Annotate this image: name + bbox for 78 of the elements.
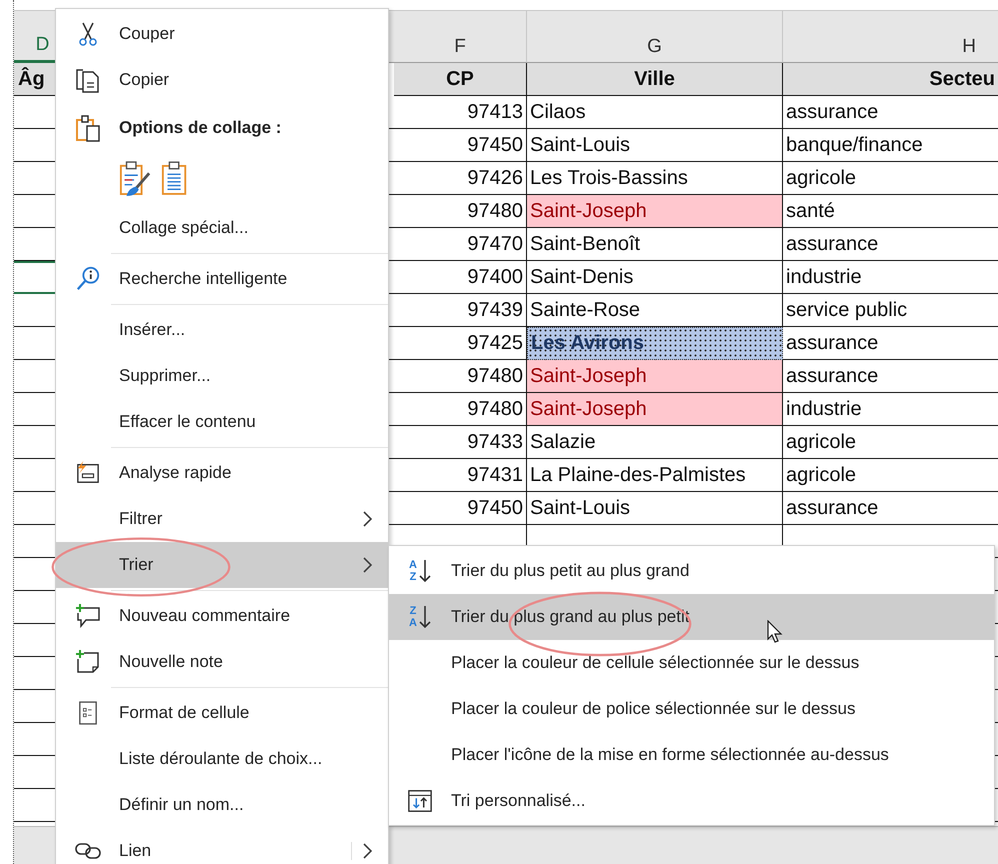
header-cell: Ville (527, 63, 783, 96)
new-note-icon (74, 649, 100, 675)
sort-letter: A (409, 617, 417, 629)
mouse-cursor-icon (767, 620, 783, 644)
table-cell: industrie (783, 393, 998, 426)
down-arrow-icon (418, 604, 431, 630)
table-cell: Saint-Denis (527, 261, 783, 294)
table-cell: Saint-Benoît (527, 228, 783, 261)
menu-item[interactable]: Nouveau commentaire (56, 593, 388, 639)
menu-heading: Options de collage : (119, 118, 282, 138)
scissors-icon (78, 21, 98, 47)
table-cell: assurance (783, 360, 998, 393)
table-cell: La Plaine-des-Palmistes (527, 459, 783, 492)
menu-item[interactable]: Liste déroulante de choix... (56, 736, 388, 782)
table-cell: 97431 (394, 459, 527, 492)
table-cell: assurance (783, 96, 998, 129)
menu-item[interactable]: Nouvelle note (56, 639, 388, 685)
new-comment-icon (74, 603, 100, 629)
table-cell: santé (783, 195, 998, 228)
table-cell: industrie (783, 261, 998, 294)
sort-letter: A (409, 559, 417, 571)
table-cell: 97400 (394, 261, 527, 294)
menu-item[interactable]: Placer l'icône de la mise en forme sélectionnée au-dessus (389, 732, 994, 778)
menu-item[interactable]: A Z Trier du plus petit au plus grand (389, 548, 994, 594)
sort-letter: Z (410, 605, 416, 617)
down-arrow-icon (418, 558, 431, 584)
table-cell: Saint-Joseph (527, 360, 783, 393)
selected-cell[interactable]: Les Avirons (527, 327, 783, 360)
menu-item[interactable]: Collage spécial... (56, 205, 388, 251)
menu-item[interactable]: Supprimer... (56, 353, 388, 399)
table-cell: 97413 (394, 96, 527, 129)
sort-letter: Z (410, 571, 416, 583)
table-cell: assurance (783, 492, 998, 525)
clipboard-icon (74, 114, 100, 142)
menu-item[interactable]: Analyse rapide (56, 450, 388, 496)
paste-icon[interactable] (161, 160, 189, 198)
lightning-table-icon (74, 461, 100, 485)
column-header[interactable]: G (527, 11, 783, 63)
column-header[interactable]: H (783, 11, 998, 63)
menu-item[interactable]: Placer la couleur de police sélectionnée sur le dessus (389, 686, 994, 732)
table-cell: Saint-Joseph (527, 195, 783, 228)
table-cell: Saint-Joseph (527, 393, 783, 426)
table-cell: assurance (783, 228, 998, 261)
menu-item[interactable]: Lien (56, 828, 388, 864)
column-header[interactable]: F (394, 11, 527, 63)
info-search-icon (74, 266, 100, 292)
table-cell: agricole (783, 459, 998, 492)
table-cell: Salazie (527, 426, 783, 459)
table-cell: Saint-Louis (527, 129, 783, 162)
menu-item[interactable]: Insérer... (56, 307, 388, 353)
table-cell: 97470 (394, 228, 527, 261)
header-cell: CP (394, 63, 527, 96)
menu-item[interactable]: Format de cellule (56, 690, 388, 736)
menu-item[interactable]: Trier (56, 542, 388, 588)
table-cell: 97426 (394, 162, 527, 195)
menu-item[interactable]: Filtrer (56, 496, 388, 542)
link-icon (74, 840, 102, 862)
menu-item[interactable]: Définir un nom... (56, 782, 388, 828)
menu-item[interactable]: Placer la couleur de cellule sélectionnée sur le dessus (389, 640, 994, 686)
menu-item[interactable]: Effacer le contenu (56, 399, 388, 445)
table-cell: 97439 (394, 294, 527, 327)
table-cell: banque/finance (783, 129, 998, 162)
header-cell: Secteu (783, 63, 998, 96)
format-cells-icon (78, 700, 98, 726)
table-cell: agricole (783, 162, 998, 195)
table-cell: Saint-Louis (527, 492, 783, 525)
table-cell: 97450 (394, 492, 527, 525)
sort-dialog-icon (407, 788, 433, 814)
menu-item[interactable]: Recherche intelligente (56, 256, 388, 302)
table-cell: 97450 (394, 129, 527, 162)
menu-item[interactable]: Tri personnalisé... (389, 778, 994, 824)
table-cell: service public (783, 294, 998, 327)
table-cell: Cilaos (527, 96, 783, 129)
table-cell: agricole (783, 426, 998, 459)
copy-icon (74, 67, 100, 93)
paste-formatting-icon[interactable] (119, 160, 151, 198)
table-cell: assurance (783, 327, 998, 360)
table-cell: 97433 (394, 426, 527, 459)
